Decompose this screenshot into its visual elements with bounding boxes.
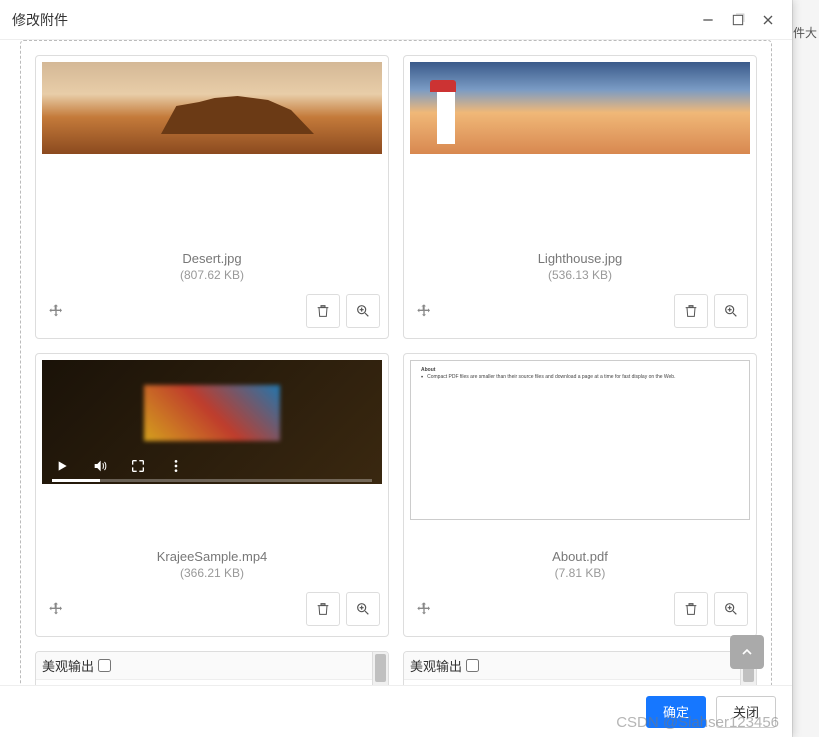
file-name: KrajeeSample.mp4	[42, 549, 382, 564]
zoom-in-icon	[723, 601, 739, 617]
file-card: KrajeeSample.mp4 (366.21 KB)	[35, 353, 389, 637]
move-icon	[48, 601, 64, 617]
file-preview	[42, 62, 382, 222]
more-button[interactable]	[166, 456, 186, 476]
video-controls	[52, 456, 372, 476]
background-text-fragment: 件大	[793, 24, 817, 41]
fullscreen-icon	[130, 458, 146, 474]
file-size: (7.81 KB)	[410, 566, 750, 580]
background-panel	[792, 0, 819, 737]
modal-content: Desert.jpg (807.62 KB)	[0, 40, 792, 685]
volume-icon	[92, 458, 108, 474]
delete-button[interactable]	[306, 294, 340, 328]
fullscreen-button[interactable]	[128, 456, 148, 476]
output-header: 美观输出	[404, 652, 756, 680]
file-card: Lighthouse.jpg (536.13 KB)	[403, 55, 757, 339]
scroll-top-button[interactable]	[730, 635, 764, 669]
trash-icon	[315, 303, 331, 319]
output-card: 美观输出 {"msg":"Failed to convert	[35, 651, 389, 685]
pretty-output-label: 美观输出	[42, 656, 94, 675]
file-actions	[410, 290, 750, 332]
file-meta: About.pdf (7.81 KB)	[410, 541, 750, 588]
zoom-button[interactable]	[714, 592, 748, 626]
file-meta: Lighthouse.jpg (536.13 KB)	[410, 243, 750, 290]
drag-handle[interactable]	[44, 597, 68, 621]
close-icon	[760, 12, 776, 28]
image-thumbnail	[42, 62, 382, 154]
play-button[interactable]	[52, 456, 72, 476]
zoom-button[interactable]	[346, 592, 380, 626]
zoom-in-icon	[355, 303, 371, 319]
window-title: 修改附件	[12, 10, 690, 30]
modal-edit-attachments: 修改附件 Desert.jpg (807.62 KB)	[0, 0, 792, 737]
move-icon	[416, 303, 432, 319]
file-card: About Compact PDF files are smaller than…	[403, 353, 757, 637]
file-preview	[410, 62, 750, 222]
pretty-output-checkbox[interactable]	[98, 659, 111, 672]
video-progress[interactable]	[52, 479, 372, 482]
more-vertical-icon	[168, 458, 184, 474]
drag-handle[interactable]	[44, 299, 68, 323]
ok-button[interactable]: 确定	[646, 696, 706, 728]
pdf-thumbnail[interactable]: About Compact PDF files are smaller than…	[410, 360, 750, 520]
chevron-up-icon	[739, 644, 755, 660]
drag-handle[interactable]	[412, 597, 436, 621]
move-icon	[416, 601, 432, 617]
pretty-output-label: 美观输出	[410, 656, 462, 675]
output-header: 美观输出	[36, 652, 388, 680]
output-card: 美观输出 {"msg":"Failed to convert	[403, 651, 757, 685]
modal-footer: 确定 关闭	[0, 685, 792, 737]
file-preview	[42, 360, 382, 484]
move-icon	[48, 303, 64, 319]
image-thumbnail	[410, 62, 750, 154]
trash-icon	[683, 303, 699, 319]
file-actions	[410, 588, 750, 630]
file-meta: Desert.jpg (807.62 KB)	[42, 243, 382, 290]
file-preview: About Compact PDF files are smaller than…	[410, 360, 750, 520]
trash-icon	[315, 601, 331, 617]
maximize-button[interactable]	[726, 8, 750, 32]
minimize-icon	[700, 12, 716, 28]
zoom-in-icon	[355, 601, 371, 617]
drag-handle[interactable]	[412, 299, 436, 323]
delete-button[interactable]	[674, 294, 708, 328]
file-name: About.pdf	[410, 549, 750, 564]
file-drop-area[interactable]: Desert.jpg (807.62 KB)	[20, 40, 772, 685]
volume-button[interactable]	[90, 456, 110, 476]
file-actions	[42, 588, 382, 630]
zoom-button[interactable]	[714, 294, 748, 328]
trash-icon	[683, 601, 699, 617]
play-icon	[54, 458, 70, 474]
expand-icon	[730, 12, 746, 28]
pretty-output-checkbox[interactable]	[466, 659, 479, 672]
delete-button[interactable]	[306, 592, 340, 626]
file-meta: KrajeeSample.mp4 (366.21 KB)	[42, 541, 382, 588]
file-size: (807.62 KB)	[42, 268, 382, 282]
scrollbar[interactable]	[372, 652, 388, 685]
pdf-heading: About	[421, 367, 739, 374]
minimize-button[interactable]	[696, 8, 720, 32]
pdf-text-line: Compact PDF files are smaller than their…	[421, 374, 739, 382]
video-thumbnail[interactable]	[42, 360, 382, 484]
file-grid: Desert.jpg (807.62 KB)	[35, 55, 757, 685]
file-size: (366.21 KB)	[42, 566, 382, 580]
file-size: (536.13 KB)	[410, 268, 750, 282]
delete-button[interactable]	[674, 592, 708, 626]
zoom-in-icon	[723, 303, 739, 319]
close-button[interactable]	[756, 8, 780, 32]
file-actions	[42, 290, 382, 332]
file-name: Desert.jpg	[42, 251, 382, 266]
titlebar: 修改附件	[0, 0, 792, 40]
file-card: Desert.jpg (807.62 KB)	[35, 55, 389, 339]
cancel-button[interactable]: 关闭	[716, 696, 776, 728]
file-name: Lighthouse.jpg	[410, 251, 750, 266]
zoom-button[interactable]	[346, 294, 380, 328]
